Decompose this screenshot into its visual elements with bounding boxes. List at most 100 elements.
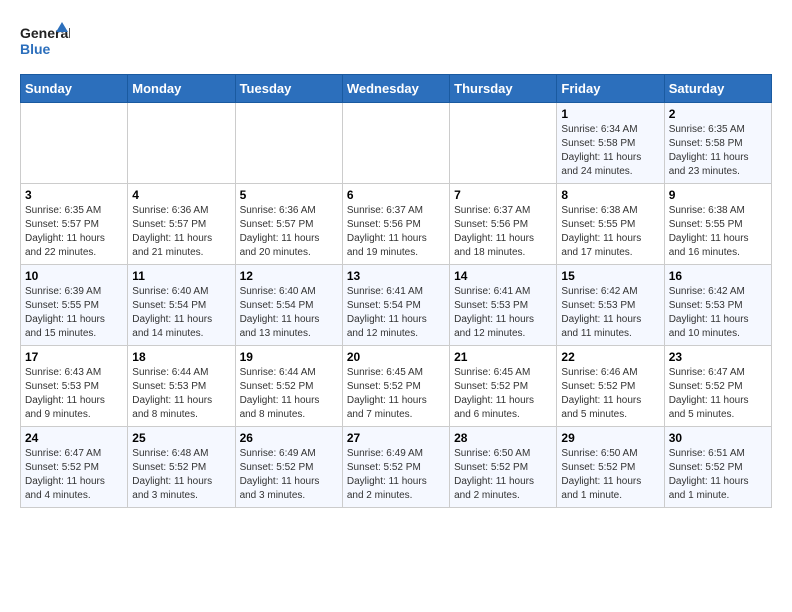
calendar-cell-33: 29 Sunrise: 6:50 AM Sunset: 5:52 PM Dayli…: [557, 427, 664, 508]
calendar-cell-24: 20 Sunrise: 6:45 AM Sunset: 5:52 PM Dayli…: [342, 346, 449, 427]
day-number: 22: [561, 350, 659, 364]
day-number: 30: [669, 431, 767, 445]
calendar-cell-30: 26Sunrise: 6:49 AM Sunset: 5:52 PM Dayli…: [235, 427, 342, 508]
calendar-cell-18: 14Sunrise: 6:41 AM Sunset: 5:53 PM Dayli…: [450, 265, 557, 346]
day-info: Sunrise: 6:44 AM Sunset: 5:53 PM Dayligh…: [132, 366, 230, 422]
day-info: Sunrise: 6:45 AM Sunset: 5:52 PM Dayligh…: [454, 366, 552, 422]
day-info: Sunrise: 6:48 AM Sunset: 5:52 PM Dayligh…: [132, 447, 230, 503]
day-info: Sunrise: 6:35 AM Sunset: 5:57 PM Dayligh…: [25, 204, 123, 260]
weekday-header-monday: Monday: [128, 75, 235, 103]
week-row-1: 1 Sunrise: 6:34 AM Sunset: 5:58 PM Daylig…: [21, 103, 772, 184]
calendar-cell-28: 24Sunrise: 6:47 AM Sunset: 5:52 PM Dayli…: [21, 427, 128, 508]
day-number: 2: [669, 107, 767, 121]
weekday-header-thursday: Thursday: [450, 75, 557, 103]
day-info: Sunrise: 6:37 AM Sunset: 5:56 PM Dayligh…: [454, 204, 552, 260]
calendar-cell-1: [128, 103, 235, 184]
day-number: 3: [25, 188, 123, 202]
day-info: Sunrise: 6:49 AM Sunset: 5:52 PM Dayligh…: [347, 447, 445, 503]
day-number: 20: [347, 350, 445, 364]
calendar-cell-26: 22 Sunrise: 6:46 AM Sunset: 5:52 PM Dayli…: [557, 346, 664, 427]
day-info: Sunrise: 6:41 AM Sunset: 5:53 PM Dayligh…: [454, 285, 552, 341]
day-number: 17: [25, 350, 123, 364]
day-info: Sunrise: 6:42 AM Sunset: 5:53 PM Dayligh…: [561, 285, 659, 341]
day-number: 6: [347, 188, 445, 202]
day-info: Sunrise: 6:50 AM Sunset: 5:52 PM Dayligh…: [561, 447, 659, 503]
calendar-cell-4: [450, 103, 557, 184]
calendar-cell-7: 3 Sunrise: 6:35 AM Sunset: 5:57 PM Daylig…: [21, 184, 128, 265]
week-row-4: 17 Sunrise: 6:43 AM Sunset: 5:53 PM Dayli…: [21, 346, 772, 427]
day-number: 29: [561, 431, 659, 445]
calendar-table: SundayMondayTuesdayWednesdayThursdayFrid…: [20, 74, 772, 508]
logo: General Blue: [20, 20, 70, 64]
calendar-cell-2: [235, 103, 342, 184]
calendar-cell-5: 1 Sunrise: 6:34 AM Sunset: 5:58 PM Daylig…: [557, 103, 664, 184]
week-row-3: 10 Sunrise: 6:39 AM Sunset: 5:55 PM Dayli…: [21, 265, 772, 346]
day-number: 10: [25, 269, 123, 283]
day-number: 12: [240, 269, 338, 283]
day-info: Sunrise: 6:41 AM Sunset: 5:54 PM Dayligh…: [347, 285, 445, 341]
day-info: Sunrise: 6:45 AM Sunset: 5:52 PM Dayligh…: [347, 366, 445, 422]
calendar-cell-6: 2 Sunrise: 6:35 AM Sunset: 5:58 PM Daylig…: [664, 103, 771, 184]
calendar-cell-9: 5 Sunrise: 6:36 AM Sunset: 5:57 PM Daylig…: [235, 184, 342, 265]
day-info: Sunrise: 6:44 AM Sunset: 5:52 PM Dayligh…: [240, 366, 338, 422]
calendar-cell-13: 9Sunrise: 6:38 AM Sunset: 5:55 PM Daylig…: [664, 184, 771, 265]
page-header: General Blue: [20, 20, 772, 64]
day-info: Sunrise: 6:40 AM Sunset: 5:54 PM Dayligh…: [240, 285, 338, 341]
day-info: Sunrise: 6:42 AM Sunset: 5:53 PM Dayligh…: [669, 285, 767, 341]
logo-svg: General Blue: [20, 20, 70, 64]
calendar-cell-23: 19 Sunrise: 6:44 AM Sunset: 5:52 PM Dayli…: [235, 346, 342, 427]
calendar-cell-25: 21 Sunrise: 6:45 AM Sunset: 5:52 PM Dayli…: [450, 346, 557, 427]
day-number: 18: [132, 350, 230, 364]
day-info: Sunrise: 6:43 AM Sunset: 5:53 PM Dayligh…: [25, 366, 123, 422]
day-number: 1: [561, 107, 659, 121]
day-info: Sunrise: 6:34 AM Sunset: 5:58 PM Dayligh…: [561, 123, 659, 179]
weekday-header-row: SundayMondayTuesdayWednesdayThursdayFrid…: [21, 75, 772, 103]
day-info: Sunrise: 6:36 AM Sunset: 5:57 PM Dayligh…: [240, 204, 338, 260]
calendar-cell-21: 17 Sunrise: 6:43 AM Sunset: 5:53 PM Dayli…: [21, 346, 128, 427]
calendar-cell-20: 16 Sunrise: 6:42 AM Sunset: 5:53 PM Dayli…: [664, 265, 771, 346]
day-number: 23: [669, 350, 767, 364]
weekday-header-saturday: Saturday: [664, 75, 771, 103]
day-number: 19: [240, 350, 338, 364]
calendar-cell-19: 15 Sunrise: 6:42 AM Sunset: 5:53 PM Dayli…: [557, 265, 664, 346]
calendar-cell-3: [342, 103, 449, 184]
calendar-cell-11: 7 Sunrise: 6:37 AM Sunset: 5:56 PM Daylig…: [450, 184, 557, 265]
calendar-cell-14: 10 Sunrise: 6:39 AM Sunset: 5:55 PM Dayli…: [21, 265, 128, 346]
calendar-cell-22: 18 Sunrise: 6:44 AM Sunset: 5:53 PM Dayli…: [128, 346, 235, 427]
day-info: Sunrise: 6:37 AM Sunset: 5:56 PM Dayligh…: [347, 204, 445, 260]
day-info: Sunrise: 6:35 AM Sunset: 5:58 PM Dayligh…: [669, 123, 767, 179]
calendar-cell-29: 25 Sunrise: 6:48 AM Sunset: 5:52 PM Dayli…: [128, 427, 235, 508]
day-number: 5: [240, 188, 338, 202]
svg-text:Blue: Blue: [20, 41, 51, 57]
day-number: 16: [669, 269, 767, 283]
day-number: 21: [454, 350, 552, 364]
day-number: 13: [347, 269, 445, 283]
day-info: Sunrise: 6:38 AM Sunset: 5:55 PM Dayligh…: [669, 204, 767, 260]
calendar-cell-10: 6 Sunrise: 6:37 AM Sunset: 5:56 PM Daylig…: [342, 184, 449, 265]
day-number: 11: [132, 269, 230, 283]
weekday-header-friday: Friday: [557, 75, 664, 103]
week-row-2: 3 Sunrise: 6:35 AM Sunset: 5:57 PM Daylig…: [21, 184, 772, 265]
calendar-cell-34: 30Sunrise: 6:51 AM Sunset: 5:52 PM Dayli…: [664, 427, 771, 508]
day-number: 4: [132, 188, 230, 202]
day-info: Sunrise: 6:47 AM Sunset: 5:52 PM Dayligh…: [669, 366, 767, 422]
day-number: 28: [454, 431, 552, 445]
calendar-cell-0: [21, 103, 128, 184]
day-number: 7: [454, 188, 552, 202]
day-info: Sunrise: 6:39 AM Sunset: 5:55 PM Dayligh…: [25, 285, 123, 341]
calendar-cell-17: 13 Sunrise: 6:41 AM Sunset: 5:54 PM Dayli…: [342, 265, 449, 346]
calendar-cell-16: 12 Sunrise: 6:40 AM Sunset: 5:54 PM Dayli…: [235, 265, 342, 346]
day-number: 15: [561, 269, 659, 283]
calendar-cell-27: 23 Sunrise: 6:47 AM Sunset: 5:52 PM Dayli…: [664, 346, 771, 427]
calendar-cell-12: 8Sunrise: 6:38 AM Sunset: 5:55 PM Daylig…: [557, 184, 664, 265]
calendar-cell-32: 28Sunrise: 6:50 AM Sunset: 5:52 PM Dayli…: [450, 427, 557, 508]
day-number: 24: [25, 431, 123, 445]
day-info: Sunrise: 6:46 AM Sunset: 5:52 PM Dayligh…: [561, 366, 659, 422]
calendar-cell-31: 27 Sunrise: 6:49 AM Sunset: 5:52 PM Dayli…: [342, 427, 449, 508]
day-number: 27: [347, 431, 445, 445]
day-info: Sunrise: 6:49 AM Sunset: 5:52 PM Dayligh…: [240, 447, 338, 503]
day-info: Sunrise: 6:38 AM Sunset: 5:55 PM Dayligh…: [561, 204, 659, 260]
weekday-header-tuesday: Tuesday: [235, 75, 342, 103]
day-number: 25: [132, 431, 230, 445]
day-info: Sunrise: 6:36 AM Sunset: 5:57 PM Dayligh…: [132, 204, 230, 260]
